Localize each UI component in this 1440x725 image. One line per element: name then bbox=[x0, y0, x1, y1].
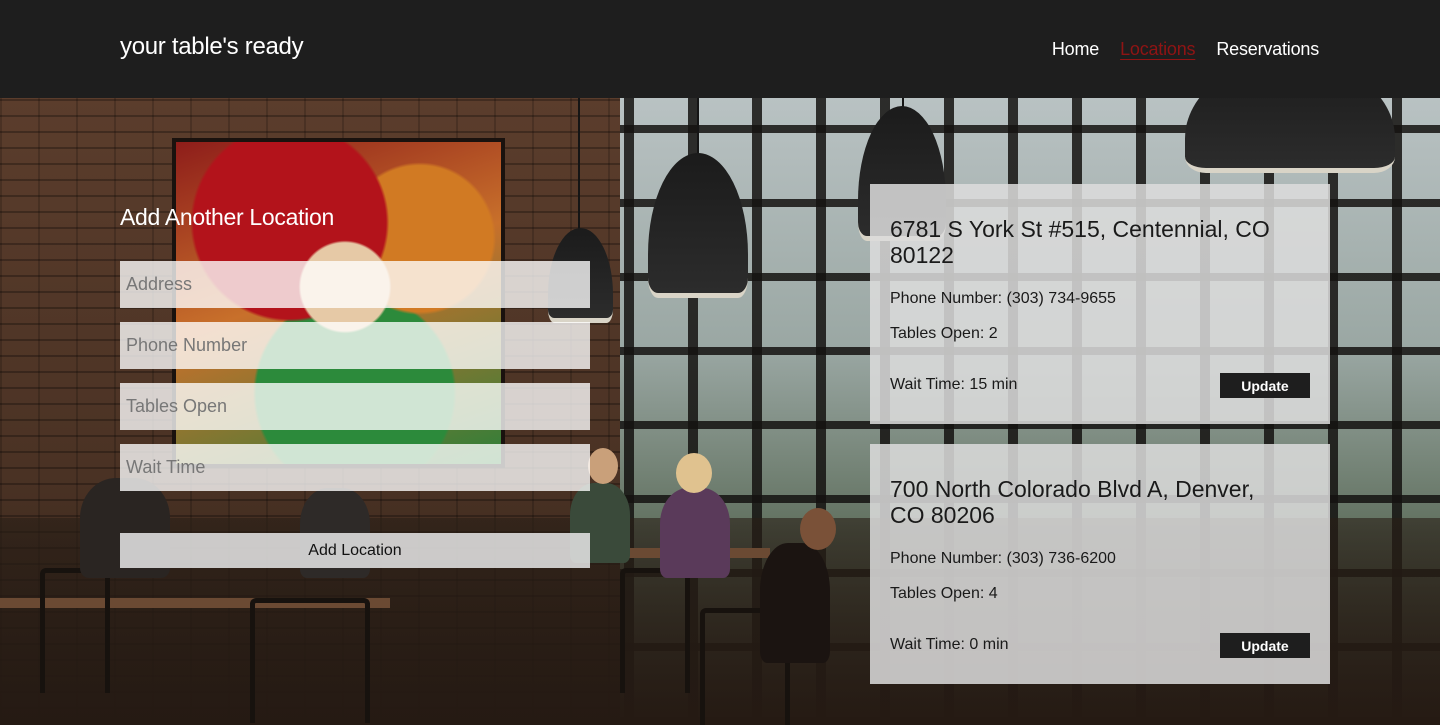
nav-reservations-link[interactable]: Reservations bbox=[1216, 39, 1319, 60]
location-wait-time: Wait Time: 0 min bbox=[890, 636, 1009, 653]
page: your table's ready Home Locations Reserv… bbox=[0, 0, 1440, 725]
background-chair bbox=[620, 568, 690, 693]
location-address: 6781 S York St #515, Centennial, CO 8012… bbox=[890, 216, 1270, 268]
background-person bbox=[660, 488, 730, 578]
location-tables-open: Tables Open: 2 bbox=[890, 325, 998, 342]
background-person-head bbox=[676, 453, 712, 493]
background-person bbox=[760, 543, 830, 663]
location-card: 700 North Colorado Blvd A, Denver, CO 80… bbox=[870, 444, 1330, 684]
lamp-wire bbox=[697, 98, 699, 158]
background-chair bbox=[250, 598, 370, 723]
main-nav: Home Locations Reservations bbox=[1052, 39, 1319, 60]
address-input[interactable] bbox=[120, 261, 590, 308]
location-phone: Phone Number: (303) 736-6200 bbox=[890, 550, 1116, 567]
tables-open-input[interactable] bbox=[120, 383, 590, 430]
nav-home-link[interactable]: Home bbox=[1052, 39, 1099, 60]
pendant-lamp bbox=[1185, 98, 1395, 173]
site-brand[interactable]: your table's ready bbox=[120, 33, 304, 61]
update-button[interactable]: Update bbox=[1220, 633, 1310, 658]
location-tables-open: Tables Open: 4 bbox=[890, 585, 998, 602]
background-person-head bbox=[588, 448, 618, 484]
background-chair bbox=[40, 568, 110, 693]
wait-time-input[interactable] bbox=[120, 444, 590, 491]
phone-number-input[interactable] bbox=[120, 322, 590, 369]
top-header: your table's ready Home Locations Reserv… bbox=[0, 0, 1440, 98]
location-phone: Phone Number: (303) 734-9655 bbox=[890, 290, 1116, 307]
update-button[interactable]: Update bbox=[1220, 373, 1310, 398]
lamp-wire bbox=[578, 98, 580, 233]
add-location-button[interactable]: Add Location bbox=[120, 533, 590, 568]
background-person-head bbox=[800, 508, 836, 550]
location-address: 700 North Colorado Blvd A, Denver, CO 80… bbox=[890, 476, 1255, 528]
location-wait-time: Wait Time: 15 min bbox=[890, 376, 1018, 393]
add-location-title: Add Another Location bbox=[120, 204, 334, 230]
nav-locations-link[interactable]: Locations bbox=[1120, 39, 1195, 60]
location-card: 6781 S York St #515, Centennial, CO 8012… bbox=[870, 184, 1330, 424]
